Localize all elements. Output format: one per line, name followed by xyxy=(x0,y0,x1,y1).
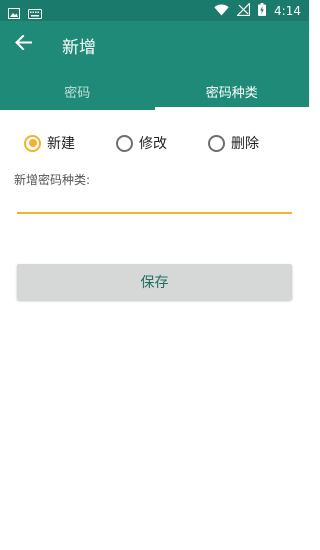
radio-delete[interactable]: 删除 xyxy=(208,132,259,154)
radio-new[interactable]: 新建 xyxy=(24,132,75,154)
mode-radio-group: 新建 修改 删除 xyxy=(0,132,309,154)
radio-edit-label: 修改 xyxy=(139,136,167,152)
app-bar: 新增 密码 密码种类 xyxy=(0,21,309,110)
radio-checked-icon xyxy=(24,134,41,152)
tab-bar: 密码 密码种类 xyxy=(0,73,309,110)
category-name-input[interactable] xyxy=(17,190,292,214)
tab-password[interactable]: 密码 xyxy=(0,73,155,110)
signal-off-icon xyxy=(236,1,251,20)
radio-unchecked-icon xyxy=(116,134,133,152)
page-title: 新增 xyxy=(62,38,96,58)
radio-unchecked-icon xyxy=(208,134,225,152)
radio-delete-label: 删除 xyxy=(231,136,259,152)
radio-edit[interactable]: 修改 xyxy=(116,132,167,154)
save-button[interactable]: 保存 xyxy=(17,264,292,300)
status-bar: 4:14 xyxy=(0,0,309,21)
category-field-label: 新增密码种类: xyxy=(14,173,91,187)
tab-password-label: 密码 xyxy=(64,86,91,101)
toolbar: 新增 xyxy=(0,21,309,67)
save-button-label: 保存 xyxy=(140,275,169,291)
arrow-back-icon xyxy=(14,34,32,54)
clock: 4:14 xyxy=(274,3,301,18)
battery-charging-icon xyxy=(258,1,267,20)
wifi-icon xyxy=(214,1,229,20)
status-right: 4:14 xyxy=(214,2,301,19)
back-button[interactable] xyxy=(10,33,36,55)
tab-password-category-label: 密码种类 xyxy=(205,86,258,101)
tab-password-category[interactable]: 密码种类 xyxy=(154,73,309,110)
tab-indicator xyxy=(154,107,309,110)
radio-new-label: 新建 xyxy=(47,136,75,152)
